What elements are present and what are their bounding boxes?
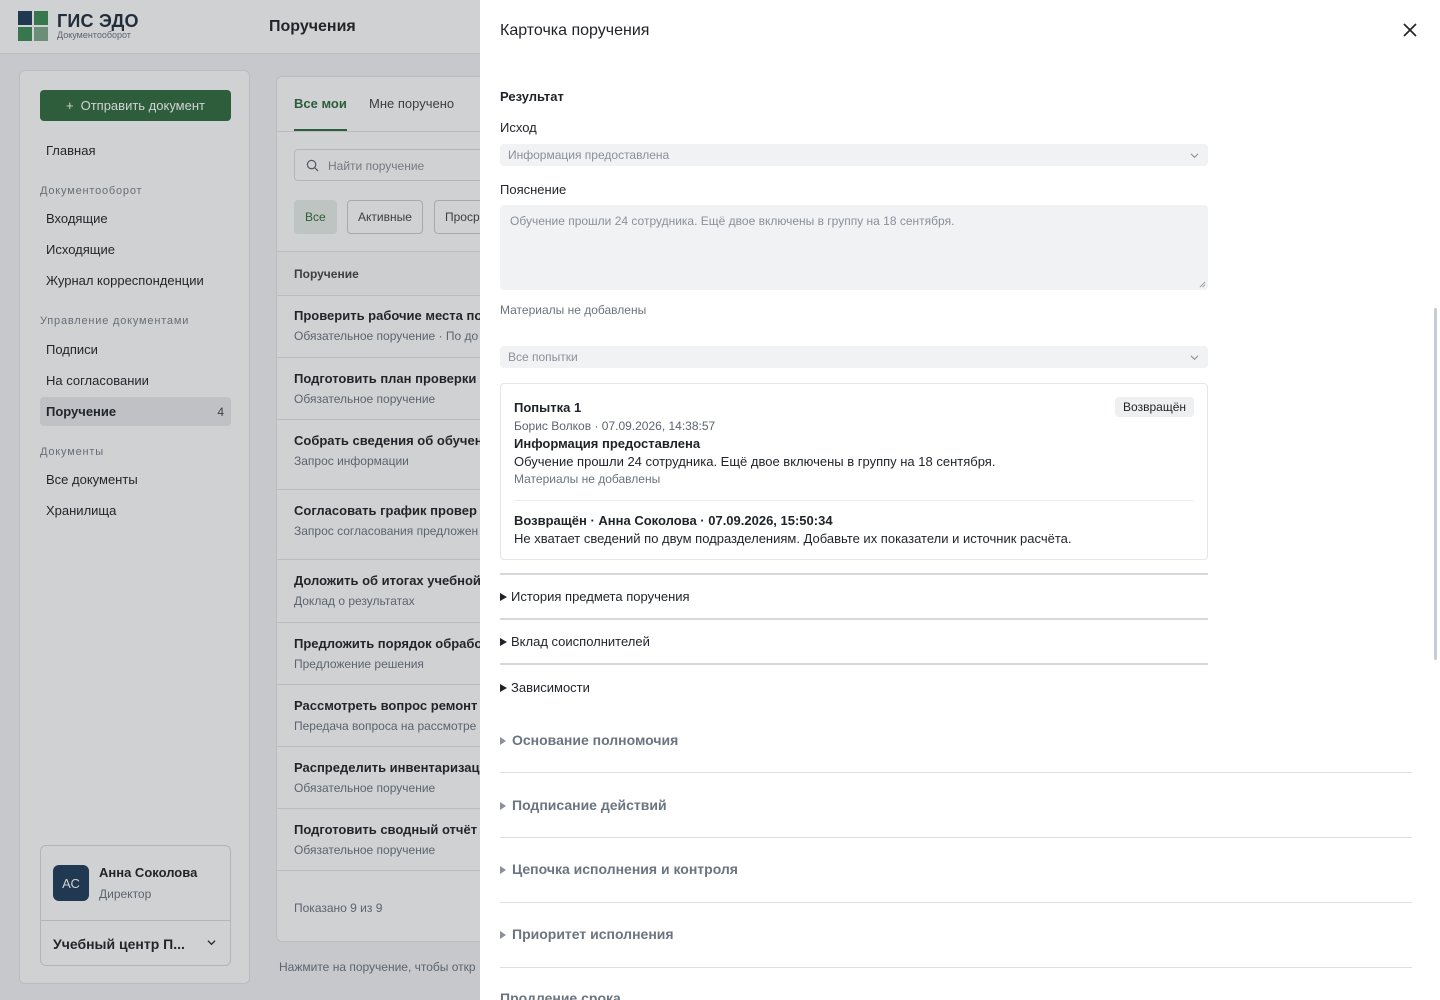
section-authority-basis[interactable]: Основание полномочия: [500, 718, 1412, 773]
section-label: Приоритет исполнения: [512, 926, 674, 942]
triangle-right-icon: [500, 593, 507, 601]
scrollbar[interactable]: [1434, 308, 1437, 660]
attempt-divider: [514, 500, 1194, 501]
close-button[interactable]: [1400, 20, 1420, 40]
triangle-right-icon: [500, 638, 507, 646]
return-line: Возвращён · Анна Соколова · 07.09.2026, …: [514, 513, 833, 528]
section-label: Подписание действий: [512, 797, 667, 813]
attempt-title: Попытка 1: [514, 400, 582, 415]
triangle-right-icon: [500, 866, 506, 874]
triangle-right-icon: [500, 684, 507, 692]
materials-note: Материалы не добавлены: [500, 303, 647, 317]
section-execution-chain[interactable]: Цепочка исполнения и контроля: [500, 838, 1412, 903]
attempt-text: Обучение прошли 24 сотрудника. Ещё двое …: [514, 454, 996, 469]
attempt-materials-note: Материалы не добавлены: [514, 472, 661, 486]
outcome-value: Информация предоставлена: [508, 148, 670, 162]
attempts-filter-select[interactable]: Все попытки: [500, 346, 1208, 368]
attempt-meta: Борис Волков · 07.09.2026, 14:38:57: [514, 419, 716, 433]
triangle-right-icon: [500, 931, 506, 939]
section-label: Основание полномочия: [512, 732, 679, 748]
chevron-down-icon: [1190, 355, 1199, 361]
details-dependencies[interactable]: Зависимости: [500, 663, 1208, 709]
assignment-card-drawer: Карточка поручения Результат Исход Инфор…: [480, 0, 1440, 1000]
attempts-filter-value: Все попытки: [508, 350, 578, 364]
attempt-card: Попытка 1 Возвращён Борис Волков · 07.09…: [500, 383, 1208, 560]
triangle-right-icon: [500, 737, 506, 745]
details-label: Вклад соисполнителей: [511, 634, 650, 649]
chevron-down-icon: [1190, 153, 1199, 159]
section-deadline-extension[interactable]: Продление срока: [500, 990, 621, 1000]
section-signing-actions[interactable]: Подписание действий: [500, 773, 1412, 838]
details-label: Зависимости: [511, 680, 590, 695]
triangle-right-icon: [500, 802, 506, 810]
details-co-executors[interactable]: Вклад соисполнителей: [500, 618, 1208, 664]
section-label: Цепочка исполнения и контроля: [512, 861, 738, 877]
explanation-label: Пояснение: [500, 182, 567, 197]
result-heading: Результат: [500, 89, 564, 104]
resize-grip-icon[interactable]: [1199, 281, 1206, 288]
explanation-value: Обучение прошли 24 сотрудника. Ещё двое …: [510, 214, 955, 228]
details-subject-history[interactable]: История предмета поручения: [500, 573, 1208, 619]
explanation-textarea[interactable]: Обучение прошли 24 сотрудника. Ещё двое …: [500, 205, 1208, 290]
outcome-select[interactable]: Информация предоставлена: [500, 144, 1208, 166]
section-priority[interactable]: Приоритет исполнения: [500, 903, 1412, 968]
drawer-title: Карточка поручения: [500, 22, 650, 39]
attempt-outcome: Информация предоставлена: [514, 436, 701, 451]
outcome-label: Исход: [500, 120, 537, 135]
return-comment: Не хватает сведений по двум подразделени…: [514, 531, 1072, 546]
details-label: История предмета поручения: [511, 589, 690, 604]
status-badge: Возвращён: [1115, 397, 1194, 417]
close-icon: [1403, 23, 1417, 37]
